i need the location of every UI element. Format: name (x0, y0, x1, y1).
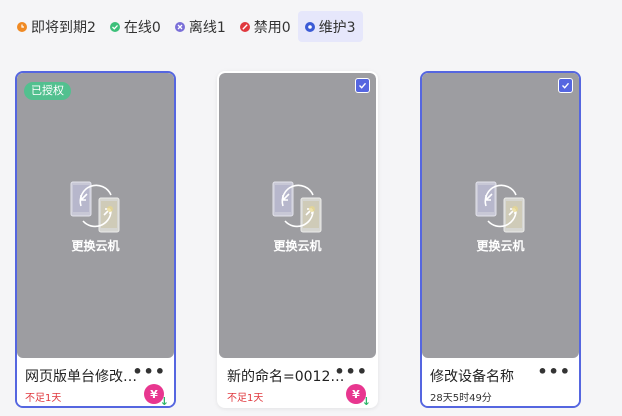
swap-label: 更换云机 (71, 239, 120, 253)
filter-offline[interactable]: 离线1 (168, 11, 233, 42)
swap-devices-icon (272, 181, 321, 233)
filter-label: 维护3 (318, 19, 356, 36)
more-options-button[interactable]: ••• (334, 362, 368, 381)
renew-symbol: ¥ (150, 387, 158, 401)
filter-expiring[interactable]: 即将到期2 (10, 11, 103, 42)
swap-devices-icon (475, 181, 524, 233)
authorized-badge: 已授权 (24, 82, 71, 100)
more-options-button[interactable]: ••• (537, 362, 571, 381)
filter-label: 在线0 (123, 19, 161, 36)
select-checkbox[interactable] (558, 78, 573, 93)
x-circle-icon (174, 21, 185, 32)
expiry-text: 28天5时49分 (430, 393, 492, 404)
more-options-button[interactable]: ••• (132, 362, 166, 381)
device-card-footer: 网页版单台修改名称 ••• 不足1天 ¥ ↓ (17, 358, 174, 406)
device-screen[interactable]: 更换云机 (219, 73, 376, 358)
download-arrow-icon: ↓ (361, 395, 371, 408)
filter-label: 即将到期2 (31, 19, 96, 36)
device-screen[interactable]: 更换云机 (422, 73, 579, 358)
device-name: 修改设备名称 (430, 369, 514, 385)
swap-cloud-device-button[interactable]: 更换云机 (422, 181, 579, 254)
device-card[interactable]: 更换云机 修改设备名称 ••• 28天5时49分 (420, 71, 581, 408)
swap-cloud-device-button[interactable]: 更换云机 (219, 181, 376, 254)
device-name: 网页版单台修改名称 (25, 369, 150, 385)
filter-maintenance[interactable]: 维护3 (297, 11, 363, 42)
swap-devices-icon (70, 181, 119, 233)
checkmark-icon (562, 82, 570, 89)
device-card[interactable]: 更换云机 新的命名=0012=测试 ••• 不足1天 ¥ ↓ (217, 71, 378, 408)
expiry-text: 不足1天 (227, 393, 264, 404)
filter-label: 离线1 (188, 19, 226, 36)
check-circle-icon (109, 21, 120, 32)
download-arrow-icon: ↓ (159, 395, 169, 408)
swap-label: 更换云机 (476, 239, 525, 253)
renew-icon[interactable]: ¥ ↓ (144, 384, 169, 406)
device-card-footer: 修改设备名称 ••• 28天5时49分 (422, 358, 579, 406)
device-card-footer: 新的命名=0012=测试 ••• 不足1天 ¥ ↓ (219, 358, 376, 406)
filter-online[interactable]: 在线0 (103, 11, 168, 42)
wrench-icon (304, 21, 315, 32)
device-name: 新的命名=0012=测试 (227, 369, 352, 385)
checkmark-icon (359, 82, 367, 89)
select-checkbox[interactable] (355, 78, 370, 93)
swap-cloud-device-button[interactable]: 更换云机 (17, 181, 174, 254)
renew-icon[interactable]: ¥ ↓ (346, 384, 371, 406)
expiry-text: 不足1天 (25, 393, 62, 404)
filter-label: 禁用0 (253, 19, 291, 36)
device-screen[interactable]: 已授权 更换云机 (17, 73, 174, 358)
clock-icon (17, 21, 27, 32)
swap-label: 更换云机 (273, 239, 322, 253)
status-filter-bar: 即将到期2 在线0 离线1 禁用0 维护3 (10, 11, 363, 42)
filter-disabled[interactable]: 禁用0 (233, 11, 298, 42)
renew-symbol: ¥ (352, 387, 360, 401)
ban-icon (239, 21, 250, 32)
device-card[interactable]: 已授权 更换云机 网页版单台修改名称 ••• 不足1天 ¥ ↓ (15, 71, 176, 408)
